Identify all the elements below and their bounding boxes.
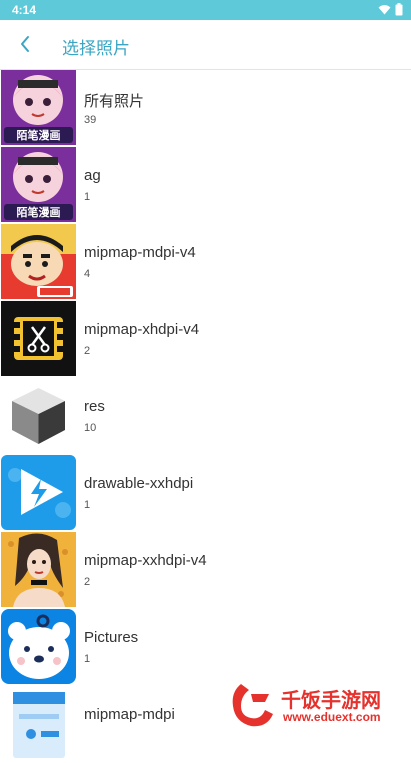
site-watermark: 千饭手游网 www.eduext.com <box>227 680 405 730</box>
battery-icon <box>395 3 403 16</box>
album-count: 39 <box>84 114 97 126</box>
app-bar: 选择照片 <box>0 20 411 70</box>
album-name: mipmap-mdpi <box>84 706 175 723</box>
album-count: 1 <box>84 191 91 203</box>
album-list: 陌笔漫画 所有照片 39 陌笔漫画 ag 1 mipmap-mdpi-v4 4 … <box>0 70 411 763</box>
album-count: 1 <box>84 653 91 665</box>
thumb-caption: 陌笔漫画 <box>17 128 61 142</box>
album-count: 10 <box>84 422 97 434</box>
status-icons <box>378 3 403 16</box>
album-name: 所有照片 <box>84 93 145 110</box>
album-row[interactable]: Pictures 1 <box>0 609 411 686</box>
album-name: drawable-xxhdpi <box>84 475 194 492</box>
status-bar: 4:14 <box>0 0 411 20</box>
watermark-site-name: 千饭手游网 <box>281 690 381 712</box>
album-name: mipmap-mdpi-v4 <box>84 244 196 261</box>
manga-girl-thumbnail: 陌笔漫画 <box>1 70 76 145</box>
back-arrow-icon[interactable] <box>14 32 38 56</box>
manga-girl-thumbnail: 陌笔漫画 <box>1 147 76 222</box>
site-logo-icon <box>232 684 273 727</box>
album-row[interactable]: res 10 <box>0 378 411 455</box>
album-name: ag <box>84 167 101 184</box>
album-count: 1 <box>84 499 91 511</box>
video-scissors-icon <box>1 301 76 376</box>
album-name: res <box>84 398 105 415</box>
album-row[interactable]: mipmap-xhdpi-v4 2 <box>0 301 411 378</box>
white-bear-icon <box>1 609 76 684</box>
lightning-app-icon <box>1 455 76 530</box>
album-name: Pictures <box>84 629 139 646</box>
album-count: 2 <box>84 345 91 357</box>
album-row[interactable]: 陌笔漫画 所有照片 39 <box>0 70 411 147</box>
wifi-icon <box>378 5 391 15</box>
album-count: 4 <box>84 268 91 280</box>
album-row[interactable]: 陌笔漫画 ag 1 <box>0 147 411 224</box>
album-row[interactable]: mipmap-xxhdpi-v4 2 <box>0 532 411 609</box>
woman-portrait-thumbnail <box>1 532 76 607</box>
album-name: mipmap-xhdpi-v4 <box>84 321 200 338</box>
gray-cube-icon <box>1 378 76 453</box>
watermark-url: www.eduext.com <box>283 710 381 724</box>
page-title: 选择照片 <box>62 39 130 58</box>
thumb-caption: 陌笔漫画 <box>17 205 61 219</box>
album-row[interactable]: mipmap-mdpi-v4 4 <box>0 224 411 301</box>
album-name: mipmap-xxhdpi-v4 <box>84 552 207 569</box>
status-time: 4:14 <box>12 3 37 17</box>
cartoon-boy-thumbnail <box>1 224 76 299</box>
album-count: 2 <box>84 576 91 588</box>
album-row[interactable]: drawable-xxhdpi 1 <box>0 455 411 532</box>
blue-document-icon <box>1 686 76 761</box>
